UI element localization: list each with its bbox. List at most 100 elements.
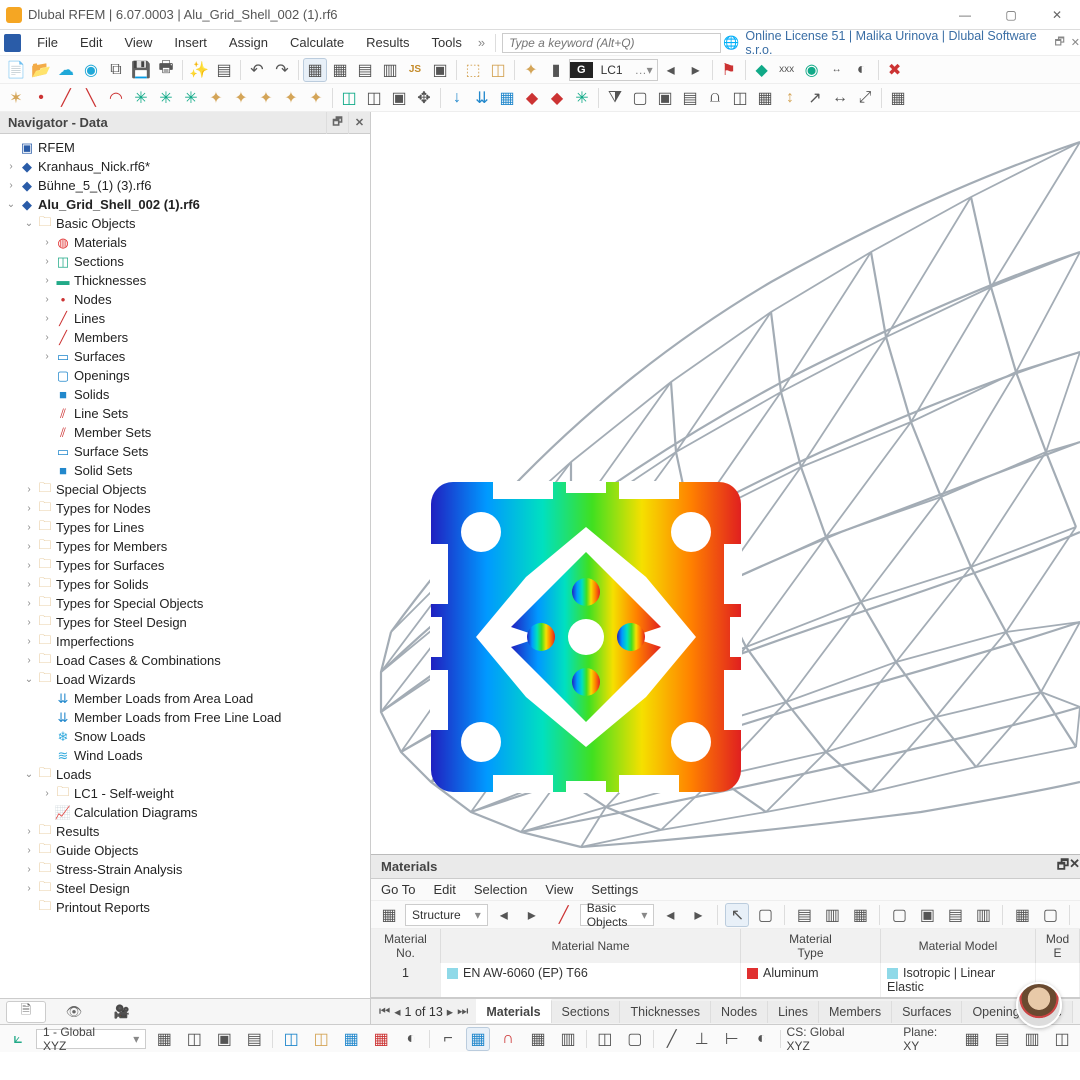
materials-close-icon[interactable]: ✕	[1069, 856, 1080, 878]
tree-item[interactable]: ❄Snow Loads	[0, 727, 370, 746]
maximize-button[interactable]: ▢	[988, 0, 1034, 30]
mat-menu-settings[interactable]: Settings	[591, 882, 638, 897]
sb8-icon[interactable]: ▦	[369, 1027, 393, 1051]
sb-end1-icon[interactable]: ▦	[960, 1027, 984, 1051]
col-model[interactable]: Material Model	[881, 929, 1036, 963]
sp5-icon[interactable]: ✦	[304, 86, 328, 110]
tree-item[interactable]: ⌄🗀Load Wizards	[0, 670, 370, 689]
tree-item[interactable]: ⇊Member Loads from Area Load	[0, 689, 370, 708]
grid-icon[interactable]: ▦	[377, 903, 401, 927]
tree-item[interactable]: ›🗀Types for Surfaces	[0, 556, 370, 575]
tree-item[interactable]: ›•Nodes	[0, 290, 370, 309]
sq1-icon[interactable]: ▢	[628, 86, 652, 110]
shape4-icon[interactable]: ↕	[778, 86, 802, 110]
tree-item[interactable]: ›🗀Imperfections	[0, 632, 370, 651]
tree-item[interactable]: ›🗀Stress-Strain Analysis	[0, 860, 370, 879]
t7-icon[interactable]: ▥	[971, 903, 995, 927]
materials-grid[interactable]: Material No. Material Name Material Type…	[371, 929, 1080, 998]
tree-item[interactable]: ⫽Line Sets	[0, 404, 370, 423]
lasso-icon[interactable]: ◫	[486, 58, 510, 82]
axis-icon[interactable]: ✦	[519, 58, 543, 82]
ld4-icon[interactable]: ◆	[520, 86, 544, 110]
sp2-icon[interactable]: ✦	[229, 86, 253, 110]
tab-nodes[interactable]: Nodes	[711, 1001, 768, 1023]
tree-item[interactable]: ›🗀Guide Objects	[0, 841, 370, 860]
redo-icon[interactable]: ↷	[270, 58, 294, 82]
node-icon[interactable]: •	[29, 86, 53, 110]
tree-item[interactable]: ■Solid Sets	[0, 461, 370, 480]
tree-item[interactable]: ›╱Members	[0, 328, 370, 347]
sb-end3-icon[interactable]: ▥	[1020, 1027, 1044, 1051]
basic-objects-combo[interactable]: Basic Objects▾	[580, 904, 655, 926]
stars-icon[interactable]: ✳	[129, 86, 153, 110]
select-icon[interactable]: ⬚	[461, 58, 485, 82]
tree-item[interactable]: ›🗀Special Objects	[0, 480, 370, 499]
list-icon[interactable]: ▣	[428, 58, 452, 82]
next-icon[interactable]: ▸	[520, 903, 544, 927]
next2-icon[interactable]: ▸	[686, 903, 710, 927]
t2-icon[interactable]: ▥	[820, 903, 844, 927]
menu-file[interactable]: File	[27, 32, 68, 53]
print-icon[interactable]: 🖶	[154, 58, 178, 82]
shape2-icon[interactable]: ◫	[728, 86, 752, 110]
tree-item[interactable]: ⇊Member Loads from Free Line Load	[0, 708, 370, 727]
menu-tools[interactable]: Tools	[422, 32, 472, 53]
tab-sections[interactable]: Sections	[552, 1001, 621, 1023]
tree-item[interactable]: ›◆Kranhaus_Nick.rf6*	[0, 157, 370, 176]
cursor-icon[interactable]: ↖	[725, 903, 749, 927]
tree-item[interactable]: ▢Openings	[0, 366, 370, 385]
structure-combo[interactable]: Structure▾	[405, 904, 488, 926]
first-icon[interactable]: ⏮	[379, 1004, 390, 1019]
arc-icon[interactable]: ◠	[104, 86, 128, 110]
tab-surfaces[interactable]: Surfaces	[892, 1001, 962, 1023]
materials-float-icon[interactable]: 🗗	[1057, 856, 1069, 878]
viewport-3d[interactable]: Materials 🗗 ✕ Go To Edit Selection View …	[371, 112, 1080, 1024]
sb3-icon[interactable]: ▣	[212, 1027, 236, 1051]
grid3-icon[interactable]: ▤	[353, 58, 377, 82]
sb16-icon[interactable]: ⊥	[690, 1027, 714, 1051]
t8-icon[interactable]: ▦	[1010, 903, 1034, 927]
sb4-icon[interactable]: ▤	[242, 1027, 266, 1051]
tree-item[interactable]: ■Solids	[0, 385, 370, 404]
r4-icon[interactable]: ↔	[825, 58, 849, 82]
navigator-tree[interactable]: ▣RFEM›◆Kranhaus_Nick.rf6*›◆Bühne_5_(1) (…	[0, 134, 370, 998]
tree-item[interactable]: ▣RFEM	[0, 138, 370, 157]
col-name[interactable]: Material Name	[441, 929, 741, 963]
menu-overflow[interactable]: »	[474, 35, 489, 50]
prev-icon[interactable]: ◂	[492, 903, 516, 927]
nav-tab-data[interactable]: 🗎	[6, 1001, 46, 1023]
tab-materials[interactable]: Materials	[476, 999, 551, 1023]
sb15-icon[interactable]: ╱	[660, 1027, 684, 1051]
col-mod[interactable]: Mod E	[1036, 929, 1080, 963]
t9-icon[interactable]: ▢	[1038, 903, 1062, 927]
magnet-icon[interactable]: ∩	[496, 1027, 520, 1051]
line2-icon[interactable]: ╲	[79, 86, 103, 110]
prev2-icon[interactable]: ◂	[658, 903, 682, 927]
script-icon[interactable]: JS	[403, 58, 427, 82]
avatar[interactable]	[1016, 982, 1062, 1028]
tree-item[interactable]: ⫽Member Sets	[0, 423, 370, 442]
cloud-icon[interactable]: ☁	[54, 58, 78, 82]
tree-item[interactable]: ›🗀Results	[0, 822, 370, 841]
ld1-icon[interactable]: ↓	[445, 86, 469, 110]
new-icon[interactable]: 📄	[4, 58, 28, 82]
menu-assign[interactable]: Assign	[219, 32, 278, 53]
panel-float-icon[interactable]: 🗗	[326, 112, 348, 134]
sb9-icon[interactable]: ◐	[399, 1027, 423, 1051]
cs-combo[interactable]: 1 - Global XYZ▾	[36, 1029, 146, 1049]
tree-item[interactable]: ›◫Sections	[0, 252, 370, 271]
line-small-icon[interactable]: ╱	[552, 903, 576, 927]
sb5-icon[interactable]: ◫	[279, 1027, 303, 1051]
save-icon[interactable]: 💾	[129, 58, 153, 82]
t3-icon[interactable]: ▦	[848, 903, 872, 927]
col-no[interactable]: Material No.	[371, 929, 441, 963]
move-icon[interactable]: ✥	[412, 86, 436, 110]
shape5-icon[interactable]: ↗	[803, 86, 827, 110]
cube1-icon[interactable]: ◫	[337, 86, 361, 110]
tree-item[interactable]: ›🗀Types for Lines	[0, 518, 370, 537]
tree-item[interactable]: ≋Wind Loads	[0, 746, 370, 765]
tree-item[interactable]: ›🗀Load Cases & Combinations	[0, 651, 370, 670]
tree-item[interactable]: ›🗀LC1 - Self-weight	[0, 784, 370, 803]
sb18-icon[interactable]: ◐	[750, 1027, 774, 1051]
filter-icon[interactable]: ⧩	[603, 86, 627, 110]
